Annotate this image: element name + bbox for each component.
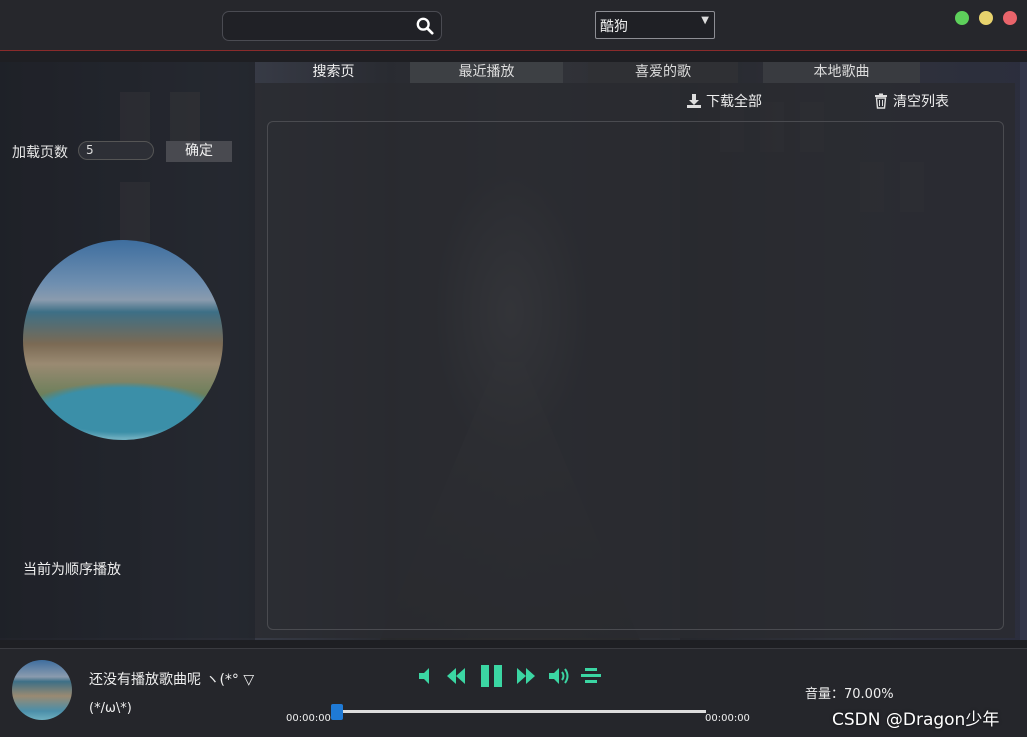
song-subtitle: (*/ω\*) bbox=[89, 701, 132, 716]
volume-readout: 音量：70.00% bbox=[805, 687, 894, 702]
confirm-button[interactable]: 确定 bbox=[166, 141, 232, 162]
music-source-select[interactable]: 酷狗 ▼ bbox=[595, 11, 715, 39]
search-input[interactable] bbox=[231, 16, 415, 38]
trash-icon bbox=[875, 93, 887, 109]
play-mode-text: 当前为顺序播放 bbox=[23, 562, 121, 578]
download-icon bbox=[687, 94, 701, 108]
now-playing-thumbnail bbox=[12, 660, 72, 720]
tab-local[interactable]: 本地歌曲 bbox=[763, 62, 920, 83]
pages-label: 加载页数 bbox=[12, 145, 68, 161]
close-button[interactable] bbox=[1003, 11, 1017, 25]
tab-search[interactable]: 搜索页 bbox=[257, 62, 410, 83]
volume-down-icon[interactable] bbox=[416, 665, 440, 687]
tab-bar: 搜索页 最近播放 喜爱的歌 本地歌曲 bbox=[257, 62, 920, 83]
music-source-value: 酷狗 bbox=[600, 19, 628, 35]
watermark: CSDN @Dragon少年 bbox=[832, 710, 1000, 730]
search-box bbox=[222, 11, 442, 41]
progress-bar[interactable] bbox=[336, 710, 706, 713]
next-icon[interactable] bbox=[515, 665, 539, 687]
current-time: 00:00:00 bbox=[286, 713, 331, 724]
title-bar: 酷狗 ▼ bbox=[0, 0, 1027, 51]
clear-list-label: 清空列表 bbox=[893, 94, 949, 110]
volume-up-icon[interactable] bbox=[547, 665, 571, 687]
clear-list-button[interactable]: 清空列表 bbox=[873, 91, 949, 111]
total-time: 00:00:00 bbox=[705, 713, 750, 724]
tab-recent[interactable]: 最近播放 bbox=[410, 62, 563, 83]
search-icon[interactable] bbox=[416, 17, 434, 35]
pages-input[interactable]: 5 bbox=[78, 141, 154, 160]
pause-icon[interactable] bbox=[479, 663, 505, 689]
music-player-app: 酷狗 ▼ 加载页数 5 确定 当前为顺序播放 搜索页 最近播放 喜爱的歌 本地歌… bbox=[0, 0, 1027, 737]
minimize-button[interactable] bbox=[955, 11, 969, 25]
previous-icon[interactable] bbox=[445, 665, 469, 687]
maximize-button[interactable] bbox=[979, 11, 993, 25]
progress-handle[interactable] bbox=[331, 704, 343, 720]
dropdown-arrow-icon: ▼ bbox=[701, 15, 709, 26]
playlist-icon[interactable] bbox=[579, 665, 603, 687]
album-cover bbox=[23, 240, 223, 440]
tab-favorites[interactable]: 喜爱的歌 bbox=[588, 62, 738, 83]
song-title: 还没有播放歌曲呢 ヽ(*° ▽ bbox=[89, 672, 255, 688]
download-all-label: 下载全部 bbox=[706, 94, 762, 110]
song-list[interactable] bbox=[267, 121, 1004, 630]
left-panel: 加载页数 5 确定 当前为顺序播放 bbox=[0, 62, 255, 638]
download-all-button[interactable]: 下载全部 bbox=[686, 91, 762, 111]
